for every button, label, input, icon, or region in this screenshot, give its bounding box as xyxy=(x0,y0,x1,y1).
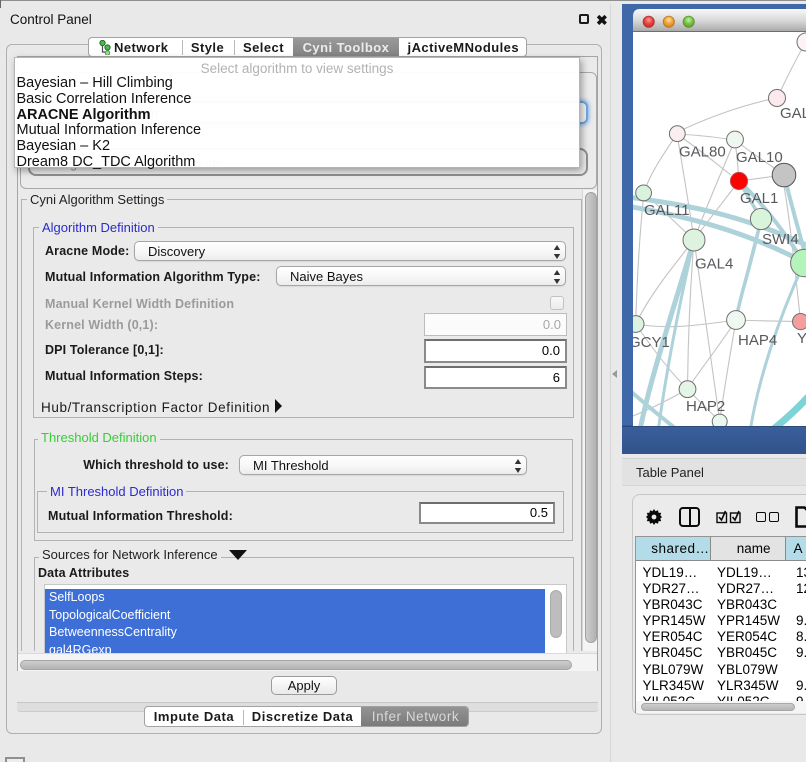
svg-text:GAL4: GAL4 xyxy=(695,256,733,273)
svg-text:GCY1: GCY1 xyxy=(629,334,670,351)
svg-text:GAL1: GAL1 xyxy=(740,190,778,207)
svg-text:GAL11: GAL11 xyxy=(644,202,690,219)
svg-text:GAL80: GAL80 xyxy=(679,144,726,161)
svg-text:Y: Y xyxy=(797,330,806,347)
svg-text:GAL10: GAL10 xyxy=(736,149,783,166)
svg-text:SWI4: SWI4 xyxy=(762,231,799,248)
svg-text:HAP4: HAP4 xyxy=(738,332,777,349)
svg-text:HAP2: HAP2 xyxy=(686,398,725,415)
svg-text:GAL7: GAL7 xyxy=(780,105,806,122)
